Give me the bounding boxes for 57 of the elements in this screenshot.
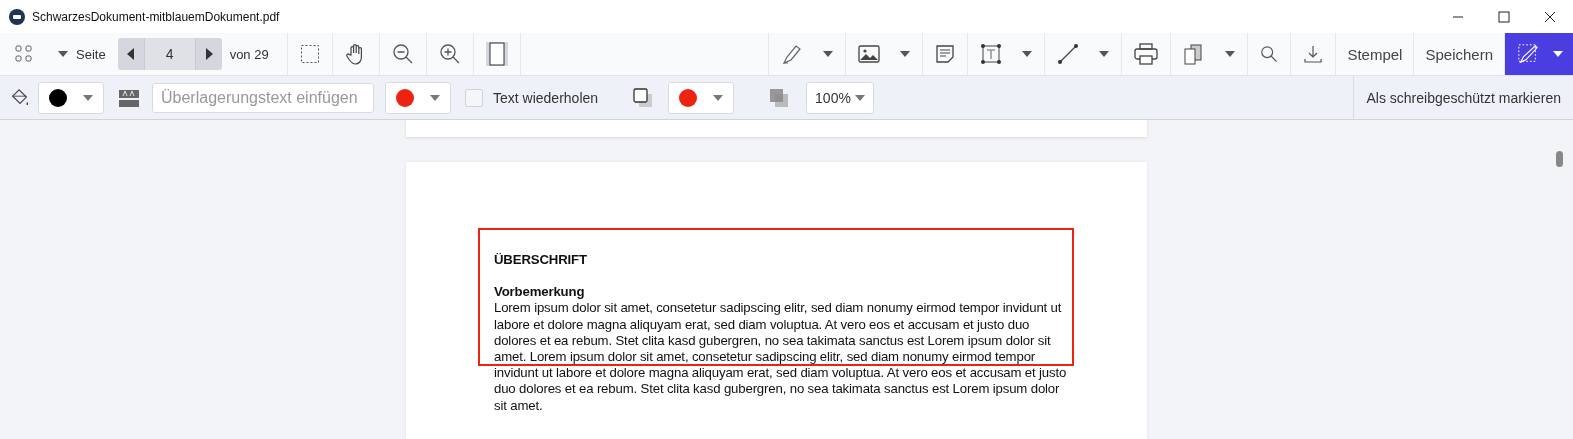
caret-icon[interactable] bbox=[58, 51, 68, 57]
scrollbar-thumb[interactable] bbox=[1556, 151, 1563, 167]
repeat-text-checkbox[interactable] bbox=[465, 88, 483, 107]
zoom-out-icon[interactable] bbox=[391, 43, 414, 65]
close-icon[interactable] bbox=[1544, 10, 1556, 23]
caret-icon bbox=[83, 94, 93, 101]
window-title: SchwarzesDokument-mitblauemDokument.pdf bbox=[32, 9, 280, 24]
border-icon[interactable] bbox=[632, 86, 655, 109]
overlay-text-field[interactable]: Überlagerungstext einfügen bbox=[152, 82, 374, 113]
redact-tool-button[interactable] bbox=[1505, 33, 1573, 75]
line-icon[interactable] bbox=[1057, 43, 1080, 65]
opacity-icon[interactable] bbox=[768, 86, 791, 109]
page-total: von 29 bbox=[229, 46, 269, 62]
document-heading: ÜBERSCHRIFT bbox=[494, 252, 588, 269]
maximize-icon[interactable] bbox=[1498, 10, 1510, 23]
selection-icon[interactable] bbox=[299, 44, 320, 64]
download-icon[interactable] bbox=[1303, 44, 1324, 64]
paragraph-line: labore et dolore magna aliquyam erat, sed diam voluptua. At vero eos et accusam et justo duo bbox=[494, 316, 1031, 333]
text-style-icon[interactable] bbox=[118, 87, 140, 108]
caret-icon bbox=[430, 94, 440, 101]
caret-icon[interactable] bbox=[1099, 51, 1110, 57]
paragraph-line: amet. Lorem ipsum dolor sit amet, consetetur sadipscing elitr, sed diam nonumy eirmod tempor bbox=[494, 349, 1037, 366]
caret-icon[interactable] bbox=[823, 51, 834, 57]
paragraph-line: sit amet. bbox=[494, 397, 544, 414]
fill-bucket-icon[interactable] bbox=[10, 87, 30, 108]
paragraph-line: duo dolores et ea rebum. Stet clita kasd gubergren, no sea takimata sanctus est Lorem ipsum dolor bbox=[494, 381, 1061, 398]
paragraph-line: dolores et ea rebum. Stet clita kasd gubergren, no sea takimata sanctus est Lorem ipsum dolor sit bbox=[494, 332, 1052, 349]
single-page-icon[interactable] bbox=[485, 42, 508, 66]
stamp-button[interactable]: Stempel bbox=[1336, 33, 1415, 75]
app-logo bbox=[9, 8, 25, 25]
fill-color-dropdown[interactable] bbox=[38, 81, 104, 114]
print-icon[interactable] bbox=[1134, 43, 1159, 65]
repeat-text-label: Text wiederholen bbox=[493, 89, 599, 106]
zoom-in-icon[interactable] bbox=[438, 43, 461, 65]
paragraph-line: invidunt ut labore et dolore magna aliquyam erat, sed diam voluptua. At vero eos et accusam et justo bbox=[494, 365, 1068, 382]
text-box-icon[interactable] bbox=[980, 43, 1003, 65]
caret-icon bbox=[855, 94, 866, 101]
pen-icon bbox=[1517, 43, 1539, 65]
page-label: Seite bbox=[76, 46, 106, 62]
caret-icon[interactable] bbox=[1225, 51, 1236, 57]
next-page-icon[interactable] bbox=[195, 38, 222, 70]
opacity-dropdown[interactable]: 100% bbox=[806, 81, 875, 114]
caret-icon[interactable] bbox=[1553, 51, 1563, 57]
border-color-dropdown[interactable] bbox=[668, 81, 735, 114]
redaction-area[interactable] bbox=[478, 228, 1074, 366]
caret-icon bbox=[713, 94, 724, 101]
document-subheading: Vorbemerkung bbox=[494, 284, 586, 301]
caret-icon[interactable] bbox=[900, 51, 911, 57]
paragraph-line: Lorem ipsum dolor sit amet, consetetur sadipscing elitr, sed diam nonumy eirmod tempor invidunt ut bbox=[494, 300, 1063, 317]
grid-icon[interactable] bbox=[14, 44, 34, 64]
note-icon[interactable] bbox=[935, 44, 956, 64]
image-icon[interactable] bbox=[858, 45, 881, 63]
page-number-field[interactable]: 4 bbox=[143, 38, 196, 70]
search-icon[interactable] bbox=[1260, 45, 1279, 63]
caret-icon[interactable] bbox=[1022, 51, 1033, 57]
previous-page-icon[interactable] bbox=[117, 38, 144, 70]
text-color-dropdown[interactable] bbox=[385, 81, 451, 114]
